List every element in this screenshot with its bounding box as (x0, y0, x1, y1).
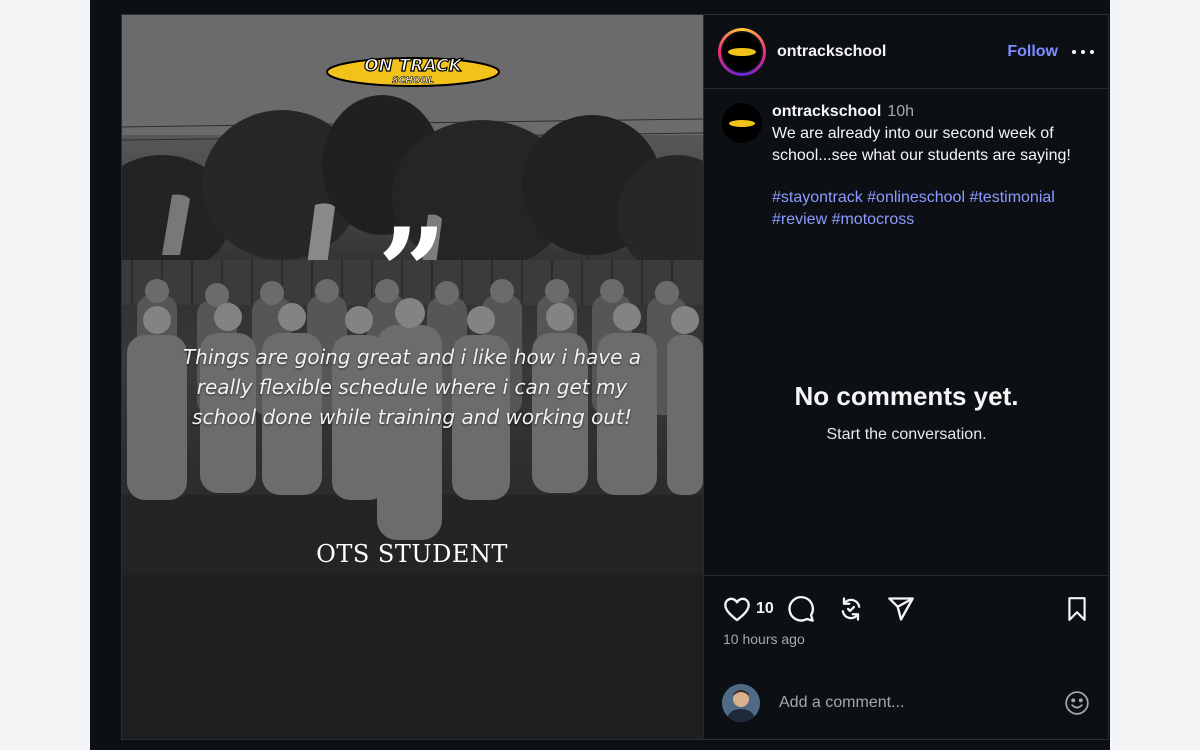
add-comment-row (722, 683, 1092, 723)
avatar (722, 684, 760, 722)
post-side-panel: ontrackschool Follow ontrackschool 10h We… (703, 15, 1109, 739)
caption-text: We are already into our second week of s… (772, 125, 1071, 164)
post-dialog: ON TRACK SCHOOL ” Things are going great… (121, 14, 1109, 740)
emoji-icon[interactable] (1062, 688, 1092, 718)
on-track-school-logo: ON TRACK SCHOOL (325, 53, 501, 87)
header-username[interactable]: ontrackschool (777, 43, 886, 61)
caption-hashtags[interactable]: #stayontrack #onlineschool #testimonial … (772, 187, 1092, 231)
profile-avatar[interactable] (718, 27, 766, 76)
comment-input[interactable] (777, 693, 1062, 713)
caption-username[interactable]: ontrackschool (772, 103, 881, 120)
heart-icon[interactable] (722, 594, 752, 624)
caption-avatar[interactable] (722, 103, 762, 143)
no-comments-title: No comments yet. (794, 381, 1019, 411)
testimonial-quote: Things are going great and i like how i … (182, 345, 642, 429)
logo-line1: ON TRACK (364, 56, 463, 76)
post-header: ontrackschool Follow (704, 15, 1108, 89)
comment-icon[interactable] (786, 594, 816, 624)
logo-line2: SCHOOL (392, 76, 434, 86)
like-count[interactable]: 10 (756, 600, 774, 618)
share-icon[interactable] (886, 594, 916, 624)
more-horizontal-icon[interactable] (1072, 42, 1094, 62)
post-actions-section: 10 10 hours ago (704, 575, 1109, 647)
follow-button[interactable]: Follow (1007, 43, 1058, 61)
quote-icon: ” (377, 202, 447, 343)
repost-icon[interactable] (836, 594, 866, 624)
testimonial-author: OTS STUDENT (316, 540, 508, 568)
action-bar: 10 (722, 594, 1092, 624)
post-image[interactable]: ON TRACK SCHOOL ” Things are going great… (122, 15, 703, 739)
post-caption: ontrackschool 10h We are already into our… (722, 101, 1092, 231)
bookmark-icon[interactable] (1062, 594, 1092, 624)
caption-time: 10h (887, 103, 915, 120)
no-comments-subtitle: Start the conversation. (826, 426, 987, 443)
post-timestamp: 10 hours ago (723, 631, 805, 647)
